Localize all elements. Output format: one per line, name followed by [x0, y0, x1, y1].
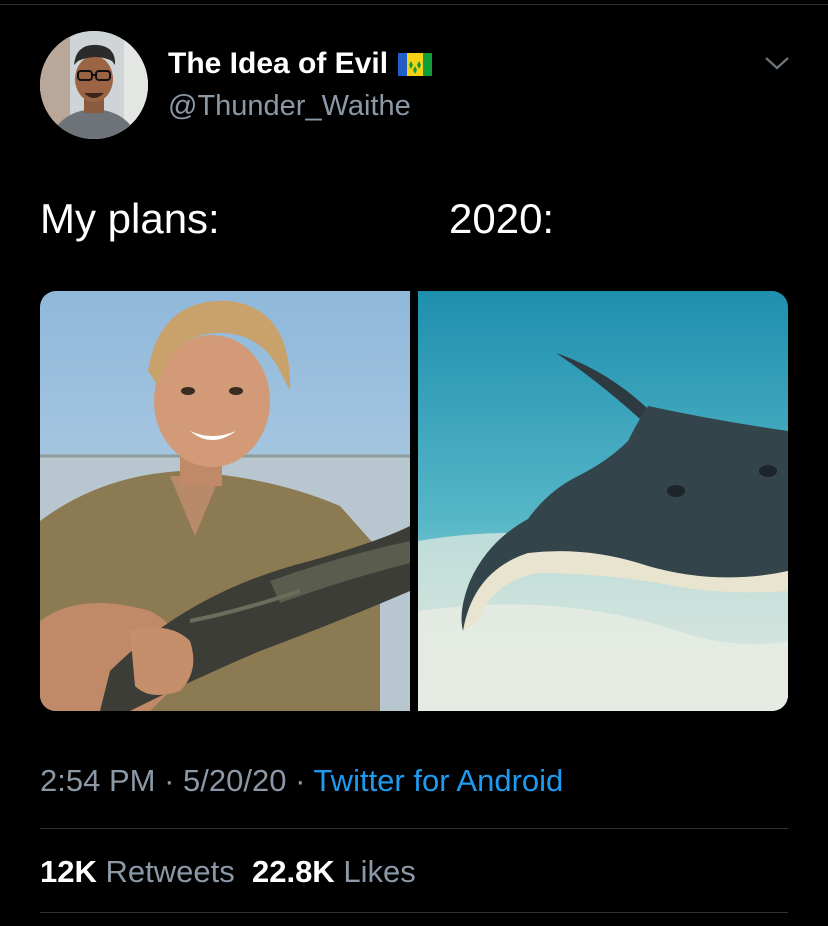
avatar[interactable]: [40, 31, 148, 139]
tweet-date[interactable]: 5/20/20: [183, 763, 286, 798]
likes-count: 22.8K: [251, 854, 335, 889]
display-name-text[interactable]: The Idea of Evil: [168, 46, 388, 82]
stingray-underwater-photo-icon: [418, 291, 788, 711]
caption-right: 2020:: [449, 195, 555, 242]
tweet-meta: 2:54 PM · 5/20/20 · Twitter for Android: [40, 762, 563, 800]
media-image-left[interactable]: [40, 291, 410, 711]
saint-vincent-flag-icon: [398, 52, 433, 76]
media-image-right[interactable]: [418, 291, 788, 711]
meta-separator-1: ·: [155, 763, 184, 798]
tweet-stats: 12K Retweets 22.8K Likes: [40, 853, 416, 891]
tweet-detail-page: The Idea of Evil @Thunder_Waithe My plan…: [0, 0, 828, 926]
retweets-label: Retweets: [105, 854, 235, 889]
man-holding-crocodile-photo-icon: [40, 291, 410, 711]
retweets-stat[interactable]: 12K Retweets: [40, 854, 235, 889]
divider: [40, 828, 788, 829]
top-divider: [0, 4, 828, 5]
user-handle[interactable]: @Thunder_Waithe: [168, 88, 432, 124]
retweets-count: 12K: [40, 854, 97, 889]
tweet-time: 2:54 PM: [40, 763, 156, 798]
author-block[interactable]: The Idea of Evil @Thunder_Waithe: [168, 46, 433, 124]
chevron-down-icon[interactable]: [763, 52, 791, 74]
likes-label: Likes: [343, 854, 416, 889]
user-avatar-photo-icon: [40, 31, 148, 139]
meta-separator-2: ·: [286, 763, 314, 798]
tweet-source-link[interactable]: Twitter for Android: [313, 763, 563, 798]
divider: [40, 912, 788, 913]
caption-left: My plans:: [40, 195, 220, 242]
display-name[interactable]: The Idea of Evil: [168, 46, 433, 82]
likes-stat[interactable]: 22.8K Likes: [252, 854, 416, 889]
